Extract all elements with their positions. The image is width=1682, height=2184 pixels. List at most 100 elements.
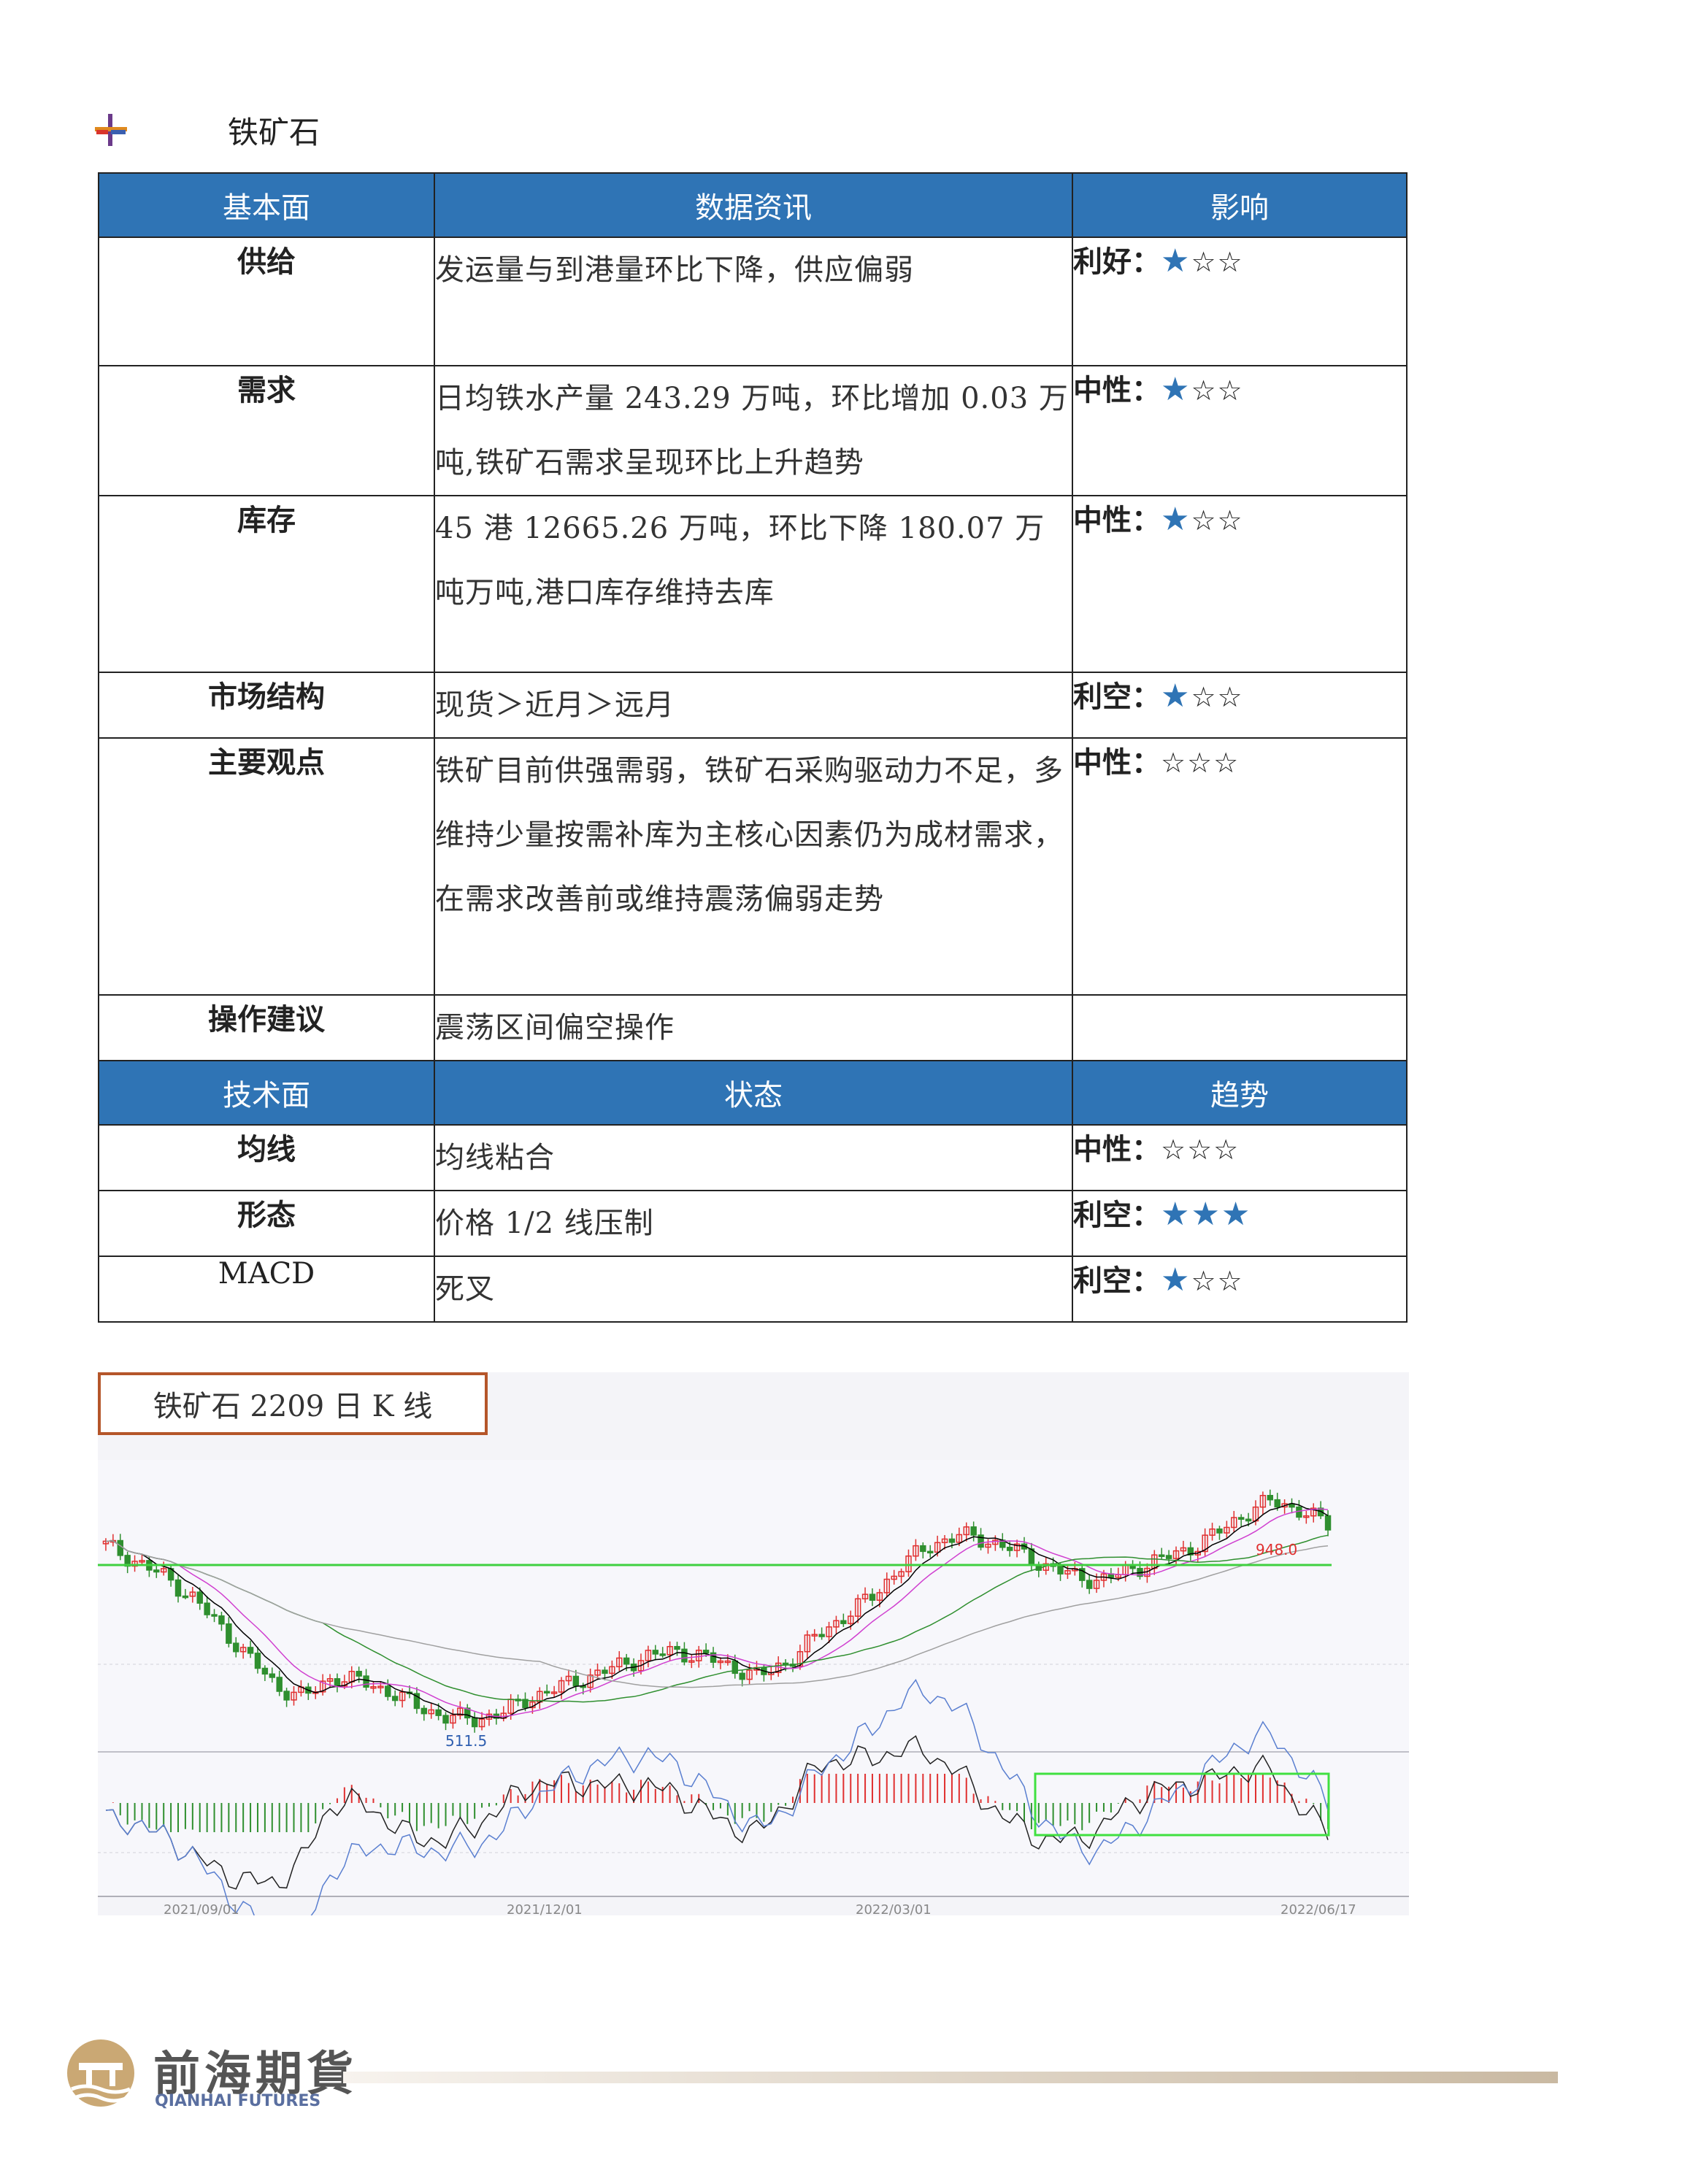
candle-body	[363, 1675, 369, 1688]
candle-body	[927, 1550, 934, 1554]
candle-body	[117, 1539, 123, 1556]
date-tick: 2022/03/01	[856, 1902, 932, 1915]
row-text: 死叉	[434, 1256, 1073, 1323]
candle-body	[356, 1670, 362, 1677]
row-text: 价格 1/2 线压制	[434, 1190, 1073, 1257]
row-text: 震荡区间偏空操作	[434, 994, 1073, 1061]
table-row: 需求 日均铁水产量 243.29 万吨，环比增加 0.03 万吨,铁矿石需求呈现…	[98, 365, 1408, 496]
candle-body	[391, 1696, 399, 1702]
date-tick: 2021/12/01	[507, 1902, 583, 1915]
row-impact: 利空：★☆☆	[1072, 1256, 1408, 1323]
section-title: 铁矿石	[228, 114, 320, 150]
candle-body	[1057, 1566, 1064, 1574]
cross-bullet-icon	[93, 112, 128, 147]
company-logo	[64, 2037, 137, 2110]
candle-body	[920, 1545, 926, 1553]
candle-body	[269, 1673, 276, 1678]
candle-body	[869, 1593, 876, 1601]
candle-body	[283, 1691, 290, 1701]
header-trend: 趋势	[1072, 1060, 1408, 1126]
candle-body	[218, 1615, 225, 1625]
candle-body	[1006, 1547, 1013, 1551]
date-tick: 2022/06/17	[1280, 1902, 1356, 1915]
candle-body	[261, 1667, 269, 1675]
technicals-header-row: 技术面 状态 趋势	[98, 1060, 1408, 1126]
row-impact: 利好：★☆☆	[1072, 237, 1408, 366]
rating-stars: ★★★	[1161, 1196, 1252, 1233]
candle-body	[543, 1691, 550, 1694]
row-impact: 中性：★☆☆	[1072, 365, 1408, 496]
candle-body	[435, 1709, 442, 1716]
table-row: 市场结构 现货＞近月＞远月 利空：★☆☆	[98, 672, 1408, 739]
table-row: 主要观点 铁矿目前供强需弱，铁矿石采购驱动力不足，多维持少量按需补库为主核心因素…	[98, 737, 1408, 996]
low-label: 511.5	[445, 1732, 487, 1750]
row-text: 均线粘合	[434, 1124, 1073, 1191]
row-label: 需求	[98, 365, 435, 496]
row-label: 主要观点	[98, 737, 435, 996]
row-text: 发运量与到港量环比下降，供应偏弱	[434, 237, 1073, 366]
row-label: 操作建议	[98, 994, 435, 1061]
row-label: 形态	[98, 1190, 435, 1257]
row-text: 日均铁水产量 243.29 万吨，环比增加 0.03 万吨,铁矿石需求呈现环比上…	[434, 365, 1073, 496]
rating-stars: ★☆☆	[1161, 677, 1244, 715]
row-text: 现货＞近月＞远月	[434, 672, 1073, 739]
candle-body	[385, 1685, 391, 1697]
candle-body	[233, 1642, 239, 1653]
section-header: 铁矿石	[93, 108, 320, 152]
candle-body	[818, 1634, 825, 1637]
row-label: 供给	[98, 237, 435, 366]
candle-body	[182, 1595, 189, 1599]
table-row: 库存 45 港 12665.26 万吨，环比下降 180.07 万吨万吨,港口库…	[98, 495, 1408, 673]
candle-body	[602, 1669, 608, 1674]
high-label: 948.0	[1256, 1541, 1297, 1558]
candle-body	[1216, 1528, 1223, 1534]
candle-body	[970, 1526, 977, 1536]
analysis-table: 基本面 数据资讯 影响 供给 发运量与到港量环比下降，供应偏弱 利好：★☆☆ 需…	[98, 172, 1408, 1323]
row-impact: 利空：★☆☆	[1072, 672, 1408, 739]
header-state: 状态	[434, 1060, 1073, 1126]
candle-body	[652, 1650, 659, 1655]
table-row: MACD 死叉 利空：★☆☆	[98, 1256, 1408, 1323]
fundamentals-header-row: 基本面 数据资讯 影响	[98, 172, 1408, 238]
row-label: MACD	[98, 1256, 435, 1323]
candle-body	[572, 1675, 580, 1687]
candle-body	[334, 1678, 341, 1687]
candle-body	[211, 1614, 218, 1617]
candle-body	[1237, 1517, 1245, 1520]
row-impact: 利空：★★★	[1072, 1190, 1408, 1257]
table-row: 供给 发运量与到港量环比下降，供应偏弱 利好：★☆☆	[98, 237, 1408, 366]
header-fundamentals: 基本面	[98, 172, 435, 238]
candle-body	[1028, 1548, 1035, 1566]
rating-stars: ☆☆☆	[1161, 1134, 1240, 1166]
candle-body	[948, 1538, 956, 1543]
candle-body	[710, 1652, 717, 1663]
row-text: 铁矿目前供强需弱，铁矿石采购驱动力不足，多维持少量按需补库为主核心因素仍为成材需…	[434, 737, 1073, 996]
row-label: 均线	[98, 1124, 435, 1191]
header-data: 数据资讯	[434, 172, 1073, 238]
rating-stars: ☆☆☆	[1161, 747, 1240, 779]
row-impact: 中性：☆☆☆	[1072, 1124, 1408, 1191]
candle-body	[276, 1677, 283, 1692]
brand-name-en: QIANHAI FUTURES	[155, 2092, 321, 2110]
candle-body	[247, 1647, 254, 1654]
candle-body	[1324, 1515, 1332, 1531]
candle-body	[1158, 1554, 1165, 1557]
candle-body	[1165, 1555, 1172, 1559]
candle-body	[674, 1645, 680, 1650]
candle-body	[681, 1648, 688, 1663]
candle-body	[1274, 1499, 1280, 1508]
candle-body	[174, 1579, 182, 1597]
candle-body	[659, 1653, 666, 1656]
chart-title: 铁矿石 2209 日 K 线	[98, 1372, 488, 1435]
kline-chart-svg: 948.0 511.5 2021/09/01 2021/12/01 2022/0…	[98, 1460, 1409, 1954]
candle-body	[840, 1620, 847, 1624]
candle-body	[1086, 1580, 1093, 1589]
candle-body	[1296, 1506, 1302, 1518]
row-text: 45 港 12665.26 万吨，环比下降 180.07 万吨万吨,港口库存维持…	[434, 495, 1073, 673]
candle-body	[442, 1715, 449, 1724]
row-label: 库存	[98, 495, 435, 673]
row-impact	[1072, 994, 1408, 1061]
candle-body	[153, 1569, 160, 1573]
rating-stars: ★☆☆	[1161, 1261, 1244, 1299]
candle-body	[782, 1662, 789, 1666]
